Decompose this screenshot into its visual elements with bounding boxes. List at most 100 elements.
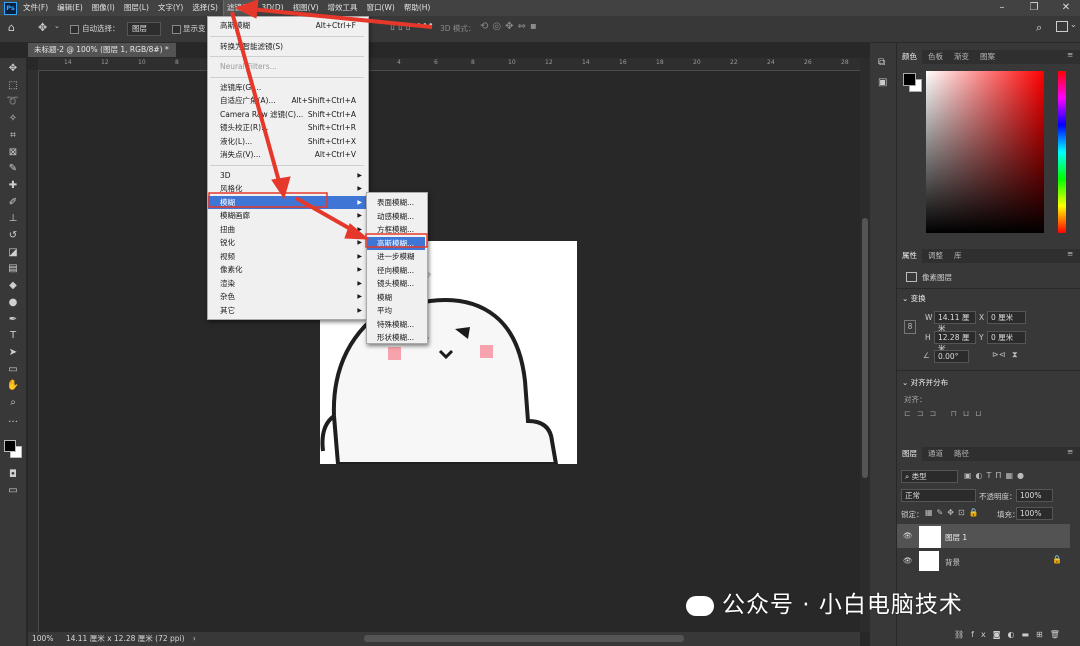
layer-name[interactable]: 图层 1 <box>945 532 967 543</box>
history-brush-icon[interactable]: ↺ <box>5 229 21 243</box>
gradient-tool-icon[interactable]: ▤ <box>5 262 21 276</box>
auto-select-dropdown[interactable]: 图层 <box>127 22 161 36</box>
path-select-icon[interactable]: ➤ <box>5 346 21 360</box>
magic-wand-icon[interactable]: ✧ <box>5 112 21 126</box>
filter-menu-item[interactable]: 液化(L)... Shift+Ctrl+X <box>208 135 366 148</box>
blur-menu-item[interactable]: 进一步模糊 <box>367 250 425 263</box>
menu-item[interactable]: 编辑(E) <box>54 0 86 16</box>
type-tool-icon[interactable]: T <box>5 329 21 343</box>
menu-item[interactable]: 视图(V) <box>290 0 322 16</box>
visibility-eye-icon[interactable]: 👁 <box>903 556 913 565</box>
brush-tool-icon[interactable]: ✐ <box>5 196 21 210</box>
filter-menu-item[interactable]: 消失点(V)... Alt+Ctrl+V <box>208 148 366 161</box>
blur-menu-item[interactable]: 镜头模糊... <box>367 277 425 290</box>
flip-horizontal-icon[interactable]: ⊳⊲ <box>992 350 1005 359</box>
layer-filter-dropdown[interactable]: ⌕ 类型 <box>901 470 958 483</box>
stamp-tool-icon[interactable]: ⊥ <box>5 212 21 226</box>
menu-item[interactable]: 选择(S) <box>189 0 221 16</box>
tab-properties[interactable]: 属性 <box>897 249 922 263</box>
menu-item[interactable]: 窗口(W) <box>364 0 398 16</box>
trash-icon[interactable]: 🗑 <box>1050 630 1067 639</box>
layer-row[interactable]: 👁 图层 1 <box>897 524 1070 548</box>
shape-tool-icon[interactable]: ▭ <box>5 363 21 377</box>
search-icon[interactable]: ⌕ <box>1036 21 1042 35</box>
chevron-right-icon[interactable]: › <box>193 634 196 643</box>
blur-menu-item[interactable]: 径向模糊... <box>367 264 425 277</box>
eraser-icon[interactable]: ◪ <box>5 246 21 260</box>
minimize-button[interactable]: – <box>988 0 1016 16</box>
mask-icon[interactable]: ◙ <box>993 630 1008 639</box>
tab-patterns[interactable]: 图案 <box>975 50 1000 64</box>
tab-adjustments[interactable]: 调整 <box>923 249 948 263</box>
blur-tool-icon[interactable]: ◆ <box>5 279 21 293</box>
zoom-level[interactable]: 100% <box>32 634 53 643</box>
visibility-eye-icon[interactable]: 👁 <box>903 531 913 540</box>
workspace-icon[interactable] <box>1056 21 1068 32</box>
filter-menu-item[interactable]: 模糊 ▶ <box>208 195 366 209</box>
panel-menu-icon[interactable]: ≡ <box>1067 50 1073 59</box>
healing-brush-icon[interactable]: ✚ <box>5 179 21 193</box>
tab-paths[interactable]: 路径 <box>949 447 974 461</box>
y-field[interactable]: 0 厘米 <box>987 331 1026 344</box>
move-tool-icon[interactable]: ✥ <box>38 22 47 34</box>
layer-name[interactable]: 背景 <box>945 557 960 568</box>
panel-menu-icon[interactable]: ≡ <box>1067 249 1073 258</box>
filter-menu-item[interactable]: 其它 ▶ <box>208 304 366 317</box>
filter-menu-item[interactable]: 镜头校正(R)... Shift+Ctrl+R <box>208 121 366 134</box>
filter-menu-item[interactable]: Camera Raw 滤镜(C)... Shift+Ctrl+A <box>208 108 366 121</box>
blur-menu-item[interactable]: 高斯模糊... <box>367 236 425 250</box>
filter-menu-item[interactable]: 高斯模糊 Alt+Ctrl+F <box>208 19 366 32</box>
menu-item[interactable]: 文字(Y) <box>155 0 186 16</box>
blur-menu-item[interactable]: 方框模糊... <box>367 223 425 236</box>
menu-item[interactable]: 图层(L) <box>121 0 152 16</box>
align-buttons[interactable]: ⊏⊐⊐ ⊓⊔⊔ <box>904 409 987 418</box>
vertical-scrollbar[interactable] <box>860 58 870 632</box>
zoom-tool-icon[interactable]: ⌕ <box>5 396 21 410</box>
blur-menu-item[interactable]: 形状模糊... <box>367 331 425 344</box>
filter-menu-item[interactable]: 3D ▶ <box>208 169 366 182</box>
filter-menu-item[interactable]: 锐化 ▶ <box>208 236 366 249</box>
document-tab[interactable]: 未标题-2 @ 100% (图层 1, RGB/8#) * × <box>28 43 176 68</box>
more-tools-icon[interactable]: … <box>5 413 21 427</box>
tab-libraries[interactable]: 库 <box>949 249 967 263</box>
blur-menu-item[interactable]: 表面模糊... <box>367 196 425 209</box>
screen-mode-icon[interactable]: ▭ <box>5 484 21 498</box>
foreground-color-swatch[interactable] <box>903 73 916 86</box>
filter-menu-item[interactable]: 视频 ▶ <box>208 250 366 263</box>
pen-tool-icon[interactable]: ✒ <box>5 313 21 327</box>
filter-menu-item[interactable]: 扭曲 ▶ <box>208 223 366 236</box>
hand-tool-icon[interactable]: ✋ <box>5 379 21 393</box>
layer-row[interactable]: 👁 背景 🔒 <box>897 549 1070 573</box>
foreground-color-icon[interactable] <box>4 440 16 452</box>
blur-menu-item[interactable]: 模糊 <box>367 291 425 304</box>
scroll-thumb[interactable] <box>862 218 868 478</box>
move-tool-icon[interactable]: ✥ <box>5 62 21 76</box>
x-field[interactable]: 0 厘米 <box>987 311 1026 324</box>
menu-item[interactable]: 文件(F) <box>20 0 51 16</box>
hue-slider[interactable] <box>1058 71 1066 233</box>
show-transform-checkbox[interactable] <box>172 25 181 34</box>
tab-channels[interactable]: 通道 <box>923 447 948 461</box>
blend-mode-dropdown[interactable]: 正常 <box>901 489 976 502</box>
marquee-tool-icon[interactable]: ⬚ <box>5 79 21 93</box>
lasso-tool-icon[interactable]: ➰ <box>5 95 21 109</box>
chevron-down-icon[interactable]: ⌄ <box>54 22 60 30</box>
blur-menu-item[interactable]: 平均 <box>367 304 425 317</box>
folder-icon[interactable]: ▬ <box>1021 630 1036 639</box>
frame-tool-icon[interactable]: ⊠ <box>5 146 21 160</box>
auto-select-checkbox[interactable] <box>70 25 79 34</box>
blur-menu-item[interactable]: 特殊模糊... <box>367 318 425 331</box>
menu-item[interactable]: 帮助(H) <box>401 0 434 16</box>
filter-menu-item[interactable]: 风格化 ▶ <box>208 182 366 195</box>
menu-item[interactable]: 增效工具 <box>325 0 361 16</box>
eyedropper-icon[interactable]: ✎ <box>5 162 21 176</box>
tab-color[interactable]: 颜色 <box>897 50 922 64</box>
tab-gradients[interactable]: 渐变 <box>949 50 974 64</box>
adjustment-icon[interactable]: ◐ <box>1007 630 1021 639</box>
horizontal-scroll-thumb[interactable] <box>364 635 684 642</box>
angle-field[interactable]: 0.00° <box>934 350 969 363</box>
fill-field[interactable]: 100% <box>1016 507 1053 520</box>
panel-menu-icon[interactable]: ≡ <box>1067 447 1073 456</box>
dodge-tool-icon[interactable]: ● <box>5 296 21 310</box>
home-icon[interactable]: ⌂ <box>8 22 20 34</box>
